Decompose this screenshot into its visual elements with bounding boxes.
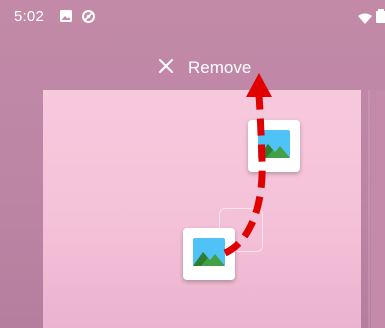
drag-arrow-overlay [223,73,272,257]
launcher-screen: 5:02 Remove [0,0,385,328]
arrow-head [246,73,272,97]
